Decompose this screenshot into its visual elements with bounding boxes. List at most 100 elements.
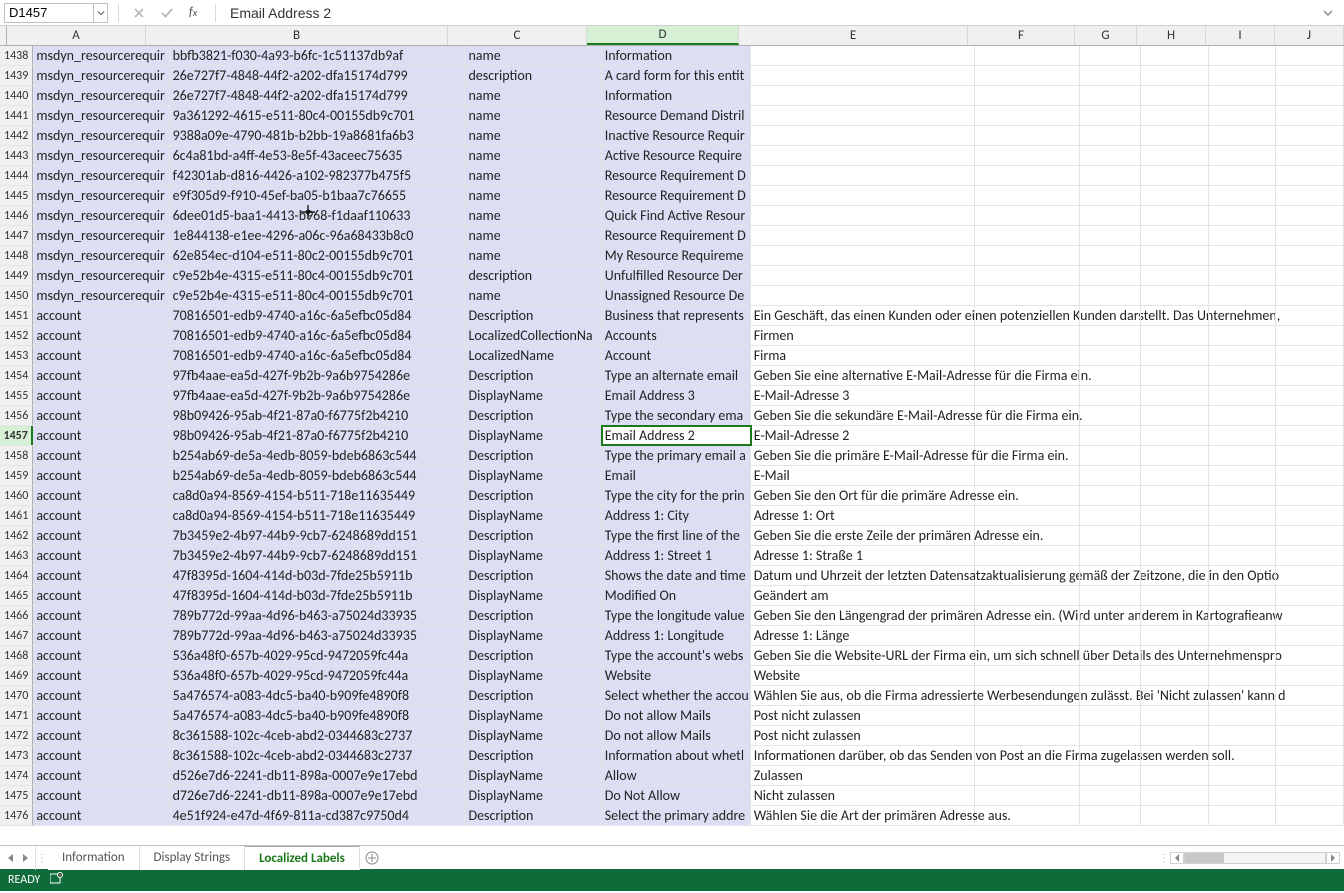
cell-G[interactable] xyxy=(1080,266,1141,285)
row-header[interactable]: 1474 xyxy=(0,766,33,785)
cell-G[interactable] xyxy=(1080,146,1141,165)
cell-J[interactable] xyxy=(1276,486,1344,505)
cell-G[interactable] xyxy=(1080,406,1141,425)
cell-I[interactable] xyxy=(1209,646,1277,665)
cell-C[interactable]: DisplayName xyxy=(465,706,601,725)
cell-A[interactable]: account xyxy=(33,726,169,745)
cell-H[interactable] xyxy=(1141,126,1209,145)
select-all-corner[interactable] xyxy=(0,26,7,45)
cell-E[interactable]: Geben Sie die sekundäre E-Mail-Adresse f… xyxy=(751,406,975,425)
cell-I[interactable] xyxy=(1209,586,1277,605)
cell-H[interactable] xyxy=(1141,666,1209,685)
row-header[interactable]: 1440 xyxy=(0,86,33,105)
cell-B[interactable]: 789b772d-99aa-4d96-b463-a75024d33935 xyxy=(170,626,466,645)
cell-J[interactable] xyxy=(1276,726,1344,745)
cell-I[interactable] xyxy=(1209,466,1277,485)
cell-C[interactable]: Description xyxy=(465,806,601,825)
cell-J[interactable] xyxy=(1276,586,1344,605)
cell-E[interactable]: Informationen darüber, ob das Senden von… xyxy=(751,746,975,765)
cell-D[interactable]: Email Address 2 xyxy=(602,426,751,445)
cell-H[interactable] xyxy=(1141,326,1209,345)
cell-E[interactable] xyxy=(751,186,975,205)
cell-H[interactable] xyxy=(1141,786,1209,805)
row-header[interactable]: 1472 xyxy=(0,726,33,745)
cell-B[interactable]: 536a48f0-657b-4029-95cd-9472059fc44a xyxy=(170,646,466,665)
cell-F[interactable] xyxy=(975,206,1080,225)
cell-F[interactable] xyxy=(975,406,1080,425)
cell-G[interactable] xyxy=(1080,326,1141,345)
cell-F[interactable] xyxy=(975,286,1080,305)
cell-I[interactable] xyxy=(1209,566,1277,585)
column-header-A[interactable]: A xyxy=(7,26,146,45)
cell-B[interactable]: 70816501-edb9-4740-a16c-6a5efbc05d84 xyxy=(170,306,466,325)
cell-E[interactable]: Nicht zulassen xyxy=(751,786,975,805)
cell-I[interactable] xyxy=(1209,166,1277,185)
cell-C[interactable]: Description xyxy=(465,526,601,545)
cell-G[interactable] xyxy=(1080,726,1141,745)
add-sheet-button[interactable] xyxy=(360,851,384,865)
cell-F[interactable] xyxy=(975,386,1080,405)
cell-H[interactable] xyxy=(1141,246,1209,265)
cell-E[interactable] xyxy=(751,246,975,265)
name-box[interactable] xyxy=(4,3,94,23)
cell-G[interactable] xyxy=(1080,646,1141,665)
cell-D[interactable]: Website xyxy=(602,666,751,685)
cell-A[interactable]: account xyxy=(33,706,169,725)
cell-B[interactable]: 789b772d-99aa-4d96-b463-a75024d33935 xyxy=(170,606,466,625)
row-header[interactable]: 1471 xyxy=(0,706,33,725)
row-header[interactable]: 1470 xyxy=(0,686,33,705)
cell-C[interactable]: DisplayName xyxy=(465,386,601,405)
cell-D[interactable]: Resource Requirement D xyxy=(602,166,751,185)
cell-F[interactable] xyxy=(975,806,1080,825)
cell-G[interactable] xyxy=(1080,446,1141,465)
cell-H[interactable] xyxy=(1141,626,1209,645)
cell-C[interactable]: DisplayName xyxy=(465,626,601,645)
row-header[interactable]: 1455 xyxy=(0,386,33,405)
cell-F[interactable] xyxy=(975,446,1080,465)
cell-I[interactable] xyxy=(1209,806,1277,825)
row-header[interactable]: 1442 xyxy=(0,126,33,145)
cell-I[interactable] xyxy=(1209,186,1277,205)
cell-H[interactable] xyxy=(1141,426,1209,445)
cell-A[interactable]: account xyxy=(33,646,169,665)
cell-D[interactable]: Business that represents xyxy=(602,306,751,325)
row-header[interactable]: 1462 xyxy=(0,526,33,545)
cell-I[interactable] xyxy=(1209,706,1277,725)
cell-C[interactable]: name xyxy=(465,106,601,125)
cell-B[interactable]: ca8d0a94-8569-4154-b511-718e11635449 xyxy=(170,486,466,505)
cell-B[interactable]: c9e52b4e-4315-e511-80c4-00155db9c701 xyxy=(170,286,466,305)
cell-I[interactable] xyxy=(1209,386,1277,405)
cell-J[interactable] xyxy=(1276,606,1344,625)
cell-C[interactable]: name xyxy=(465,226,601,245)
cell-F[interactable] xyxy=(975,346,1080,365)
cell-A[interactable]: msdyn_resourcerequir xyxy=(33,206,169,225)
cell-G[interactable] xyxy=(1080,286,1141,305)
cell-E[interactable]: Website xyxy=(751,666,975,685)
row-header[interactable]: 1438 xyxy=(0,46,33,65)
cell-J[interactable] xyxy=(1276,86,1344,105)
cell-H[interactable] xyxy=(1141,186,1209,205)
cell-J[interactable] xyxy=(1276,466,1344,485)
cell-E[interactable]: Post nicht zulassen xyxy=(751,726,975,745)
row-header[interactable]: 1439 xyxy=(0,66,33,85)
cell-B[interactable]: f42301ab-d816-4426-a102-982377b475f5 xyxy=(170,166,466,185)
cell-F[interactable] xyxy=(975,666,1080,685)
cell-E[interactable]: Adresse 1: Länge xyxy=(751,626,975,645)
cell-B[interactable]: 98b09426-95ab-4f21-87a0-f6775f2b4210 xyxy=(170,406,466,425)
row-header[interactable]: 1456 xyxy=(0,406,33,425)
cell-G[interactable] xyxy=(1080,346,1141,365)
cell-B[interactable]: 8c361588-102c-4ceb-abd2-0344683c2737 xyxy=(170,746,466,765)
cell-G[interactable] xyxy=(1080,706,1141,725)
sheet-tab[interactable]: Display Strings xyxy=(140,846,246,870)
cell-C[interactable]: Description xyxy=(465,686,601,705)
cell-G[interactable] xyxy=(1080,166,1141,185)
cell-I[interactable] xyxy=(1209,126,1277,145)
cell-B[interactable]: 97fb4aae-ea5d-427f-9b2b-9a6b9754286e xyxy=(170,386,466,405)
cell-H[interactable] xyxy=(1141,586,1209,605)
cancel-entry-button[interactable] xyxy=(129,3,149,23)
cell-B[interactable]: c9e52b4e-4315-e511-80c4-00155db9c701 xyxy=(170,266,466,285)
cell-F[interactable] xyxy=(975,166,1080,185)
cell-I[interactable] xyxy=(1209,346,1277,365)
row-header[interactable]: 1453 xyxy=(0,346,33,365)
cell-B[interactable]: 7b3459e2-4b97-44b9-9cb7-6248689dd151 xyxy=(170,526,466,545)
